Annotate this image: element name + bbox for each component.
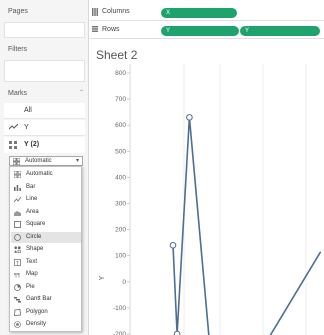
- mark-type-option-label: Pie: [26, 283, 35, 290]
- mark-type-option-label: Gantt Bar: [26, 296, 52, 302]
- automatic-icon: [14, 171, 21, 178]
- polygon-icon: [14, 308, 21, 316]
- y-tick-label: 200: [115, 227, 126, 234]
- line-icon: [14, 196, 21, 203]
- y-tick-label: -200: [113, 331, 126, 335]
- y-tick-label: 600: [115, 122, 126, 129]
- columns-shelf[interactable]: Columns X: [90, 4, 324, 21]
- mark-type-option-pie[interactable]: Pie: [11, 282, 81, 293]
- marks-tab-y2[interactable]: Y (2): [4, 137, 85, 153]
- y-tick-label: -100: [113, 305, 126, 312]
- mark-type-option-label: Square: [26, 221, 46, 227]
- mark-type-option-label: Polygon: [26, 308, 48, 315]
- mark-type-option-label: Text: [26, 258, 38, 265]
- mark-type-select[interactable]: Automatic ▾: [9, 156, 83, 166]
- y-axis-title: Y: [99, 275, 106, 280]
- map-icon: ¶¶: [14, 273, 20, 278]
- text-icon: T: [14, 258, 21, 266]
- mark-type-option-shape[interactable]: Shape: [11, 244, 81, 255]
- filters-card-title: Filters: [8, 46, 28, 53]
- columns-shelf-label: Columns: [102, 8, 130, 15]
- mark-type-option-line[interactable]: Line: [11, 194, 81, 205]
- gantt-bar-icon: [14, 297, 21, 303]
- columns-icon: [92, 8, 98, 16]
- marks-tab-all[interactable]: All: [4, 103, 85, 119]
- rows-pill-y2[interactable]: Y: [240, 26, 320, 36]
- mark-type-select-value: Automatic: [25, 158, 52, 164]
- marks-tab-y-label: Y: [24, 124, 29, 131]
- mark-type-option-text[interactable]: T Text: [11, 257, 81, 268]
- square-icon: [14, 221, 21, 228]
- mark-type-option-label: Map: [26, 271, 38, 277]
- circle-icon: [14, 233, 21, 241]
- marks-tab-y2-label: Y (2): [24, 141, 40, 148]
- pie-icon: [14, 283, 21, 291]
- mark-type-option-automatic[interactable]: Automatic: [11, 169, 81, 180]
- series-line[interactable]: [172, 116, 322, 335]
- y-tick-label: 500: [115, 148, 126, 155]
- shape-icon: [14, 246, 21, 253]
- mark-type-option-square[interactable]: Square: [11, 219, 81, 230]
- rows-pill-y2-label: Y: [245, 28, 250, 34]
- columns-pill-x-label: X: [166, 10, 171, 16]
- columns-pill-x[interactable]: X: [161, 8, 237, 18]
- automatic-icon: [13, 158, 20, 165]
- filters-shelf[interactable]: [4, 60, 85, 82]
- rows-pill-y[interactable]: Y: [161, 26, 239, 36]
- y-tick-label: 800: [115, 70, 126, 77]
- pages-card-title: Pages: [8, 8, 28, 15]
- line-chart[interactable]: 800 700 600 500 400 300 200 100 0 -100 -200 Y: [90, 64, 324, 335]
- y-tick-label: 0: [122, 279, 126, 286]
- mark-type-option-polygon[interactable]: Polygon: [11, 307, 81, 318]
- mark-type-option-label: Density: [26, 321, 47, 327]
- mark-type-option-area[interactable]: Area: [11, 207, 81, 218]
- automatic-mark-icon: [9, 141, 17, 149]
- mark-type-option-density[interactable]: Density: [11, 319, 81, 330]
- marks-tab-y[interactable]: Y: [4, 120, 85, 136]
- y-tick-label: 700: [115, 96, 126, 103]
- mark-type-option-circle[interactable]: Circle: [11, 231, 81, 243]
- mark-type-option-label: Line: [26, 196, 38, 202]
- rows-icon: [92, 26, 98, 32]
- marks-tab-all-label: All: [24, 107, 32, 114]
- mark-type-option-gantt-bar[interactable]: Gantt Bar: [11, 294, 81, 305]
- mark-type-option-label: Shape: [26, 246, 44, 252]
- rows-shelf[interactable]: Rows Y Y: [90, 22, 324, 39]
- marks-card-menu-icon[interactable]: ⌃: [79, 89, 84, 96]
- mark-type-option-bar[interactable]: Bar: [11, 182, 81, 193]
- data-point[interactable]: [186, 114, 193, 121]
- density-icon: [14, 321, 21, 328]
- mark-type-option-label: Area: [26, 208, 39, 215]
- svg-text:¶¶: ¶¶: [14, 273, 20, 278]
- rows-pill-y-label: Y: [166, 28, 171, 34]
- mark-type-option-label: Automatic: [26, 171, 53, 177]
- mark-type-option-label: Bar: [26, 183, 36, 190]
- line-mark-icon: [9, 124, 18, 130]
- area-icon: [14, 210, 21, 216]
- bar-icon: [14, 184, 21, 191]
- marks-card-title: Marks: [8, 90, 28, 97]
- svg-text:T: T: [16, 260, 19, 265]
- mark-type-option-label: Circle: [26, 233, 42, 240]
- data-point[interactable]: [169, 241, 177, 249]
- y-tick-label: 300: [115, 201, 126, 208]
- pages-shelf[interactable]: [4, 22, 85, 38]
- rows-shelf-label: Rows: [102, 26, 120, 33]
- mark-type-dropdown: Automatic Bar Line Area Square Circle Shape T Te…: [9, 166, 82, 332]
- y-tick-label: 100: [115, 253, 126, 260]
- data-point[interactable]: [173, 330, 181, 335]
- sheet-title: Sheet 2: [96, 48, 138, 62]
- chevron-down-icon: ▾: [75, 158, 79, 164]
- mark-type-option-map[interactable]: ¶¶ Map: [11, 269, 81, 280]
- y-tick-label: 400: [115, 174, 126, 181]
